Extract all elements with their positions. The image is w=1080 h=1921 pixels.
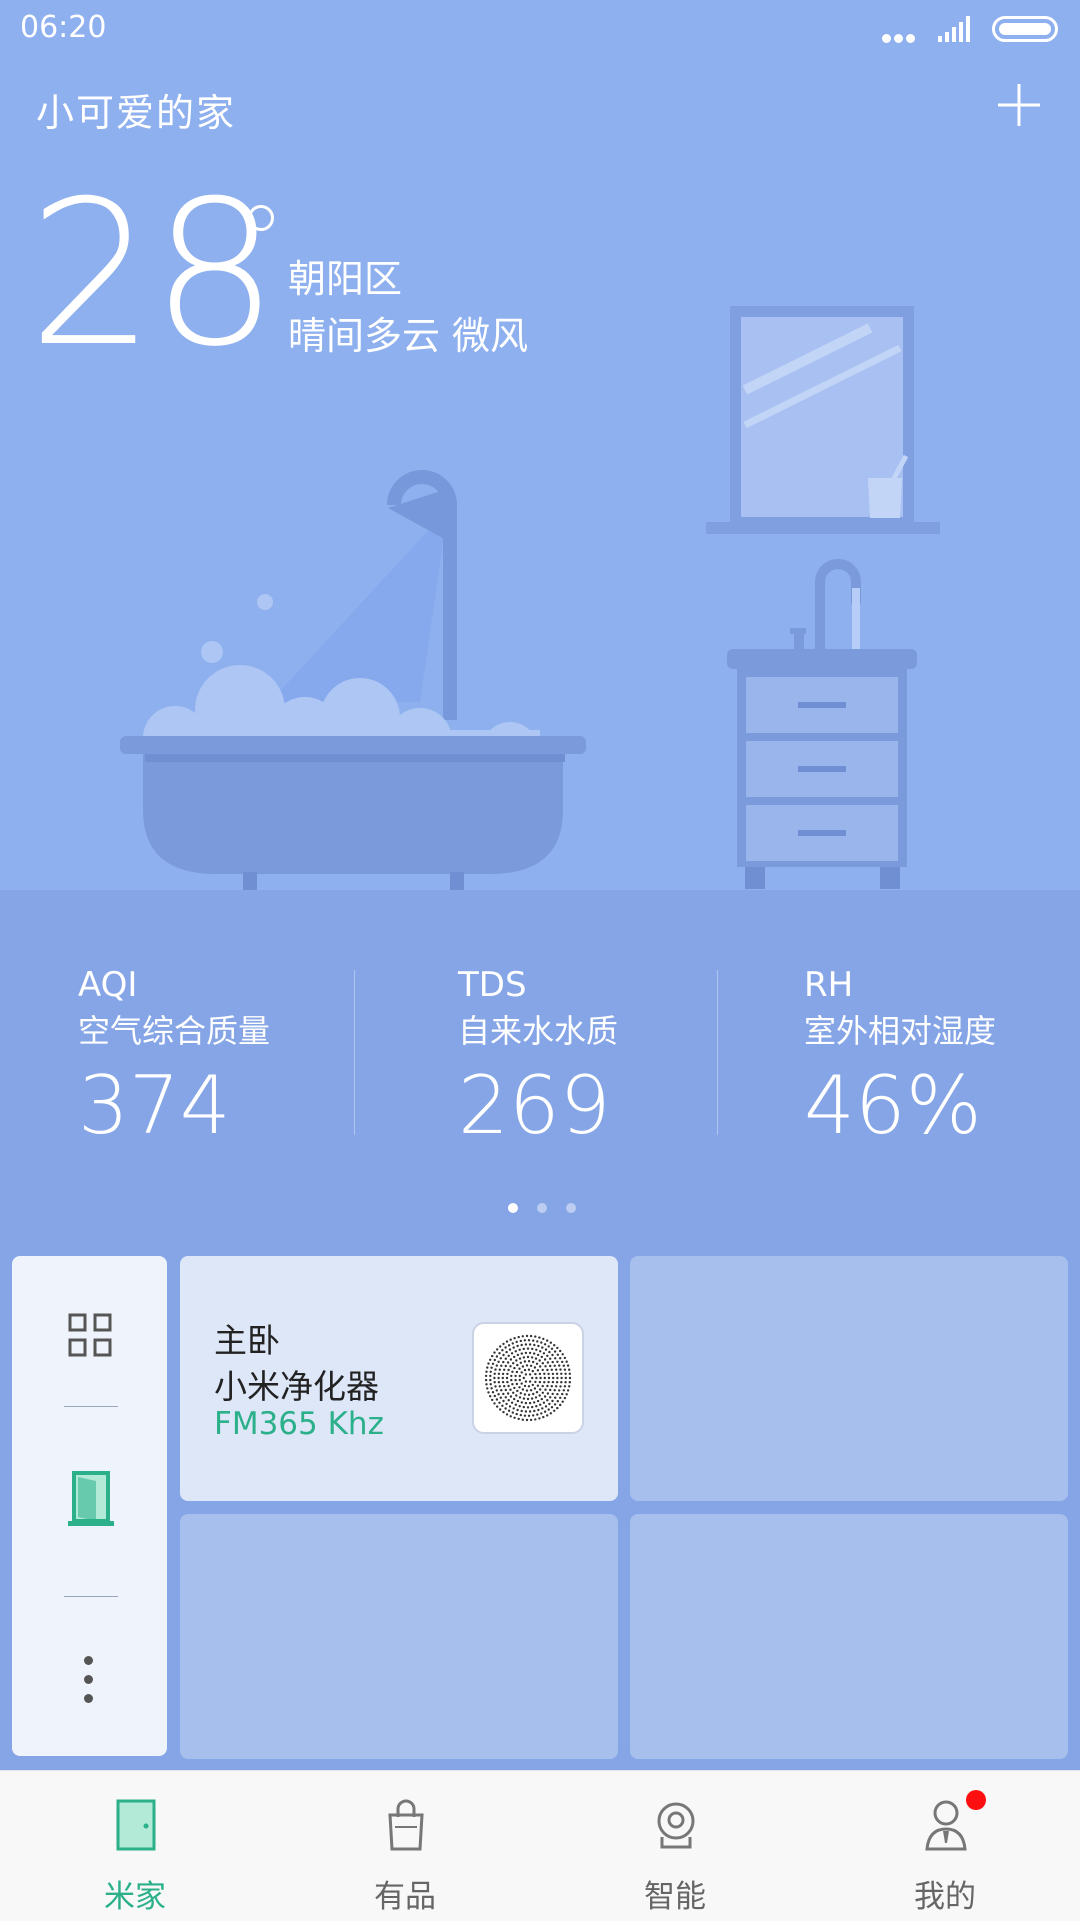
- nav-label: 米家: [104, 1879, 166, 1915]
- user-icon: [925, 1800, 967, 1851]
- stat-rh[interactable]: RH 室外相对湿度 46%: [804, 965, 996, 1151]
- page-dot: [508, 1203, 518, 1213]
- more-status-icon: [882, 28, 918, 47]
- nav-label: 我的: [914, 1879, 976, 1915]
- nav-item-youpin[interactable]: 有品: [270, 1771, 540, 1921]
- grid-icon[interactable]: [68, 1313, 112, 1357]
- add-icon[interactable]: [996, 82, 1042, 128]
- stat-value: 374: [78, 1059, 231, 1152]
- divider: [64, 1596, 118, 1597]
- battery-icon: [992, 16, 1058, 42]
- nav-item-mijia[interactable]: 米家: [0, 1771, 270, 1921]
- status-bar: 06:20: [0, 0, 1080, 60]
- device-status: FM365 Khz: [214, 1406, 384, 1442]
- stat-name: 空气综合质量: [78, 1012, 271, 1050]
- empty-tile[interactable]: [630, 1256, 1068, 1501]
- faucet-illustration: [790, 559, 861, 652]
- weather-district: 朝阳区: [288, 257, 403, 301]
- status-time: 06:20: [20, 10, 107, 45]
- page-dot: [566, 1203, 577, 1213]
- stat-tds[interactable]: TDS 自来水水质 269: [458, 965, 618, 1151]
- divider: [64, 1406, 118, 1407]
- bathroom-illustration: [120, 306, 940, 890]
- air-purifier-icon: [484, 1334, 572, 1422]
- stat-code: RH: [804, 965, 854, 1005]
- nav-label: 智能: [644, 1879, 706, 1915]
- bathtub-illustration: [120, 736, 586, 890]
- signal-icon: [938, 16, 970, 42]
- stat-divider: [354, 970, 355, 1135]
- door-icon: [116, 1799, 156, 1851]
- quick-panel: [12, 1256, 167, 1756]
- device-name: 小米净化器: [214, 1367, 379, 1406]
- degree-icon: [248, 205, 274, 231]
- empty-tile[interactable]: [630, 1514, 1068, 1759]
- stat-divider: [717, 970, 718, 1135]
- device-tile-purifier[interactable]: 主卧 小米净化器 FM365 Khz: [180, 1256, 618, 1501]
- stat-name: 自来水水质: [458, 1012, 619, 1050]
- page-indicator[interactable]: [508, 1198, 590, 1217]
- cabinet-illustration: [727, 649, 917, 889]
- mirror-illustration: [706, 306, 940, 534]
- device-thumbnail: [472, 1322, 584, 1434]
- shopping-bag-icon: [388, 1799, 424, 1851]
- bottom-nav: 米家 有品 智能 我的: [0, 1770, 1080, 1921]
- home-title[interactable]: 小可爱的家: [36, 82, 236, 137]
- stat-value: 46%: [804, 1059, 982, 1152]
- stat-name: 室外相对湿度: [804, 1012, 997, 1050]
- home-screen: 06:20 小可爱的家 28 朝阳区 晴间多云 微风 AQI 空气综合质量 37…: [0, 0, 1080, 1921]
- door-icon[interactable]: [68, 1471, 114, 1529]
- device-room: 主卧: [214, 1321, 280, 1360]
- stat-value: 269: [458, 1059, 611, 1152]
- stat-aqi[interactable]: AQI 空气综合质量 374: [78, 965, 270, 1151]
- notification-dot: [966, 1790, 986, 1810]
- nav-label: 有品: [374, 1879, 436, 1915]
- empty-tile[interactable]: [180, 1514, 618, 1759]
- nav-item-mine[interactable]: 我的: [810, 1771, 1080, 1921]
- more-vertical-icon[interactable]: [84, 1656, 94, 1706]
- nav-item-smart[interactable]: 智能: [540, 1771, 810, 1921]
- page-dot: [537, 1203, 548, 1213]
- camera-icon: [657, 1802, 695, 1849]
- stat-code: TDS: [458, 965, 527, 1005]
- stat-code: AQI: [78, 965, 138, 1005]
